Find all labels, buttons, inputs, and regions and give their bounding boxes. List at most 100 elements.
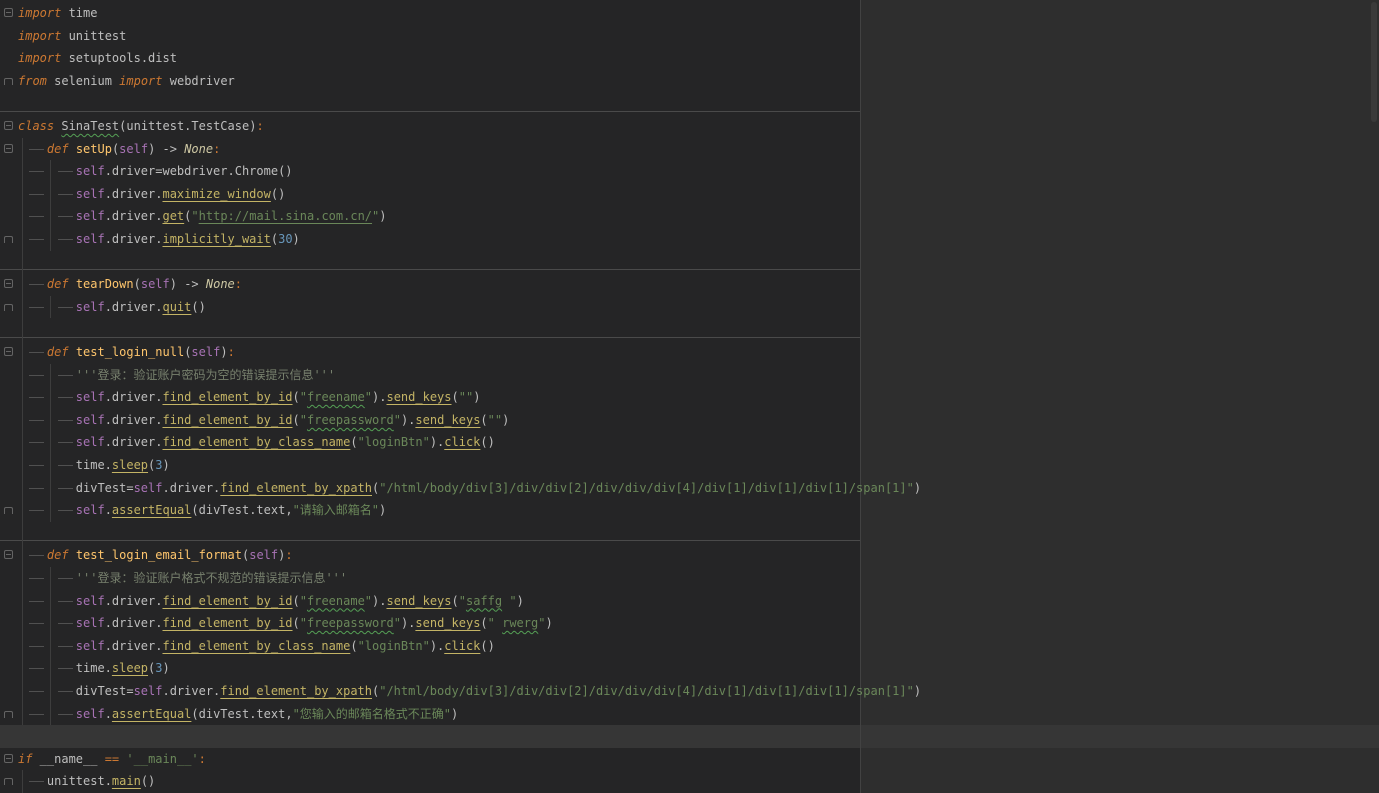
code-line[interactable]: import unittest xyxy=(18,25,126,48)
code-area[interactable]: import time import unittest import setupto… xyxy=(0,0,1379,793)
scrollbar-thumb[interactable] xyxy=(1371,2,1377,122)
code-token: (unittest.TestCase) xyxy=(119,119,257,133)
code-token: time. xyxy=(75,661,112,676)
code-token: " xyxy=(393,412,401,427)
code-line[interactable]: import time xyxy=(18,2,97,25)
code-token: ( xyxy=(292,390,300,405)
code-line[interactable]: def test_login_email_format(self): xyxy=(18,544,293,567)
code-line[interactable]: divTest=self.driver.find_element_by_xpat… xyxy=(18,680,921,703)
code-token: click xyxy=(444,435,481,450)
tab-whitespace-mark xyxy=(18,612,47,635)
tab-whitespace-mark xyxy=(18,273,47,296)
code-token: "/html/body/div[3]/div/div[2]/div/div/di… xyxy=(379,684,914,698)
code-token: 3 xyxy=(155,661,163,676)
tab-whitespace-mark xyxy=(18,590,47,613)
tab-whitespace-mark xyxy=(18,205,47,228)
code-line[interactable]: def tearDown(self) -> None: xyxy=(18,273,242,296)
tab-whitespace-mark xyxy=(47,499,76,522)
code-token: find_element_by_class_name xyxy=(162,435,351,450)
code-token: selenium xyxy=(46,73,120,88)
code-line[interactable]: self.assertEqual(divTest.text,"您输入的邮箱名格式… xyxy=(18,703,458,726)
code-token: self xyxy=(75,706,105,721)
code-token: find_element_by_id xyxy=(162,390,293,405)
code-token: .driver. xyxy=(104,638,163,653)
code-token: (divTest.text, xyxy=(191,706,293,721)
code-token: import xyxy=(119,73,163,88)
code-line[interactable]: self.driver.find_element_by_id("freepass… xyxy=(18,612,553,635)
code-token: ( xyxy=(133,277,141,292)
code-token: self xyxy=(75,164,105,179)
code-token: : xyxy=(213,141,221,156)
code-line[interactable]: self.driver.find_element_by_id("freename… xyxy=(18,386,480,409)
code-token: time xyxy=(61,6,98,20)
code-token: .driver. xyxy=(104,616,163,631)
code-token: class xyxy=(18,119,55,133)
code-token: '''登录：验证账户格式不规范的错误提示信息''' xyxy=(75,571,348,585)
code-token: if xyxy=(18,751,33,766)
code-token: ) -> xyxy=(148,141,185,156)
code-token: 3 xyxy=(155,458,163,472)
code-token: ) xyxy=(220,345,228,359)
code-token: .driver. xyxy=(162,480,221,495)
code-token: self xyxy=(75,232,105,246)
code-token: ). xyxy=(372,390,387,405)
code-line[interactable]: '''登录：验证账户密码为空的错误提示信息''' xyxy=(18,364,335,387)
code-token: ) xyxy=(292,232,300,246)
code-line[interactable]: import setuptools.dist xyxy=(18,47,177,70)
code-token: ). xyxy=(400,412,416,427)
code-line[interactable]: def setUp(self) -> None: xyxy=(18,138,220,161)
code-line[interactable]: if __name__ == '__main__': xyxy=(18,748,206,771)
code-token: self xyxy=(249,548,279,563)
code-token: test_login_email_format xyxy=(75,548,242,563)
code-token: () xyxy=(480,638,495,653)
tab-whitespace-mark xyxy=(47,567,76,590)
code-token: self xyxy=(140,277,170,292)
code-token: ( xyxy=(451,593,459,608)
code-token: "/html/body/div[3]/div/div[2]/div/div/di… xyxy=(379,480,914,495)
code-token: " xyxy=(364,390,373,405)
code-token: None xyxy=(184,141,214,156)
code-token: ( xyxy=(292,593,300,608)
code-token: .driver. xyxy=(104,390,163,405)
code-line[interactable]: self.driver=webdriver.Chrome() xyxy=(18,160,293,183)
tab-whitespace-mark xyxy=(47,205,76,228)
code-token: "loginBtn" xyxy=(357,435,430,450)
code-line[interactable]: self.driver.maximize_window() xyxy=(18,183,285,206)
code-line[interactable]: self.driver.implicitly_wait(30) xyxy=(18,228,300,251)
code-token: ( xyxy=(480,412,488,427)
code-token: .driver. xyxy=(162,684,221,698)
code-line[interactable]: self.driver.find_element_by_id("freepass… xyxy=(18,409,509,432)
code-token: tearDown xyxy=(75,277,134,292)
code-line[interactable]: self.assertEqual(divTest.text,"请输入邮箱名") xyxy=(18,499,386,522)
code-line[interactable]: divTest=self.driver.find_element_by_xpat… xyxy=(18,477,921,500)
code-line[interactable]: self.driver.find_element_by_class_name("… xyxy=(18,635,495,658)
code-line[interactable]: unittest.main() xyxy=(18,770,155,793)
code-line[interactable]: self.driver.get("http://mail.sina.com.cn… xyxy=(18,205,387,228)
tab-whitespace-mark xyxy=(18,635,47,658)
tab-whitespace-mark xyxy=(47,296,76,319)
code-line[interactable]: time.sleep(3) xyxy=(18,454,170,477)
code-line[interactable]: time.sleep(3) xyxy=(18,657,170,680)
code-token: assertEqual xyxy=(111,706,192,721)
tab-whitespace-mark xyxy=(47,680,76,703)
tab-whitespace-mark xyxy=(18,680,47,703)
code-line[interactable]: class SinaTest(unittest.TestCase): xyxy=(18,115,264,138)
code-line[interactable]: self.driver.quit() xyxy=(18,296,206,319)
code-token: () xyxy=(140,774,156,789)
code-line[interactable]: from selenium import webdriver xyxy=(18,70,235,93)
code-token: "" xyxy=(487,412,503,427)
code-line[interactable]: self.driver.find_element_by_class_name("… xyxy=(18,431,495,454)
code-line[interactable]: '''登录：验证账户格式不规范的错误提示信息''' xyxy=(18,567,347,590)
code-token: '''登录：验证账户密码为空的错误提示信息''' xyxy=(75,367,336,382)
code-token: ). xyxy=(400,616,416,631)
code-token: assertEqual xyxy=(111,503,192,518)
code-line[interactable]: def test_login_null(self): xyxy=(18,341,235,364)
code-token: . xyxy=(104,706,112,721)
code-line[interactable]: self.driver.find_element_by_id("freename… xyxy=(18,590,524,613)
code-token: .driver. xyxy=(104,186,163,201)
code-token: def xyxy=(46,141,69,156)
tab-whitespace-mark xyxy=(18,183,47,206)
code-token: ) xyxy=(162,661,170,676)
